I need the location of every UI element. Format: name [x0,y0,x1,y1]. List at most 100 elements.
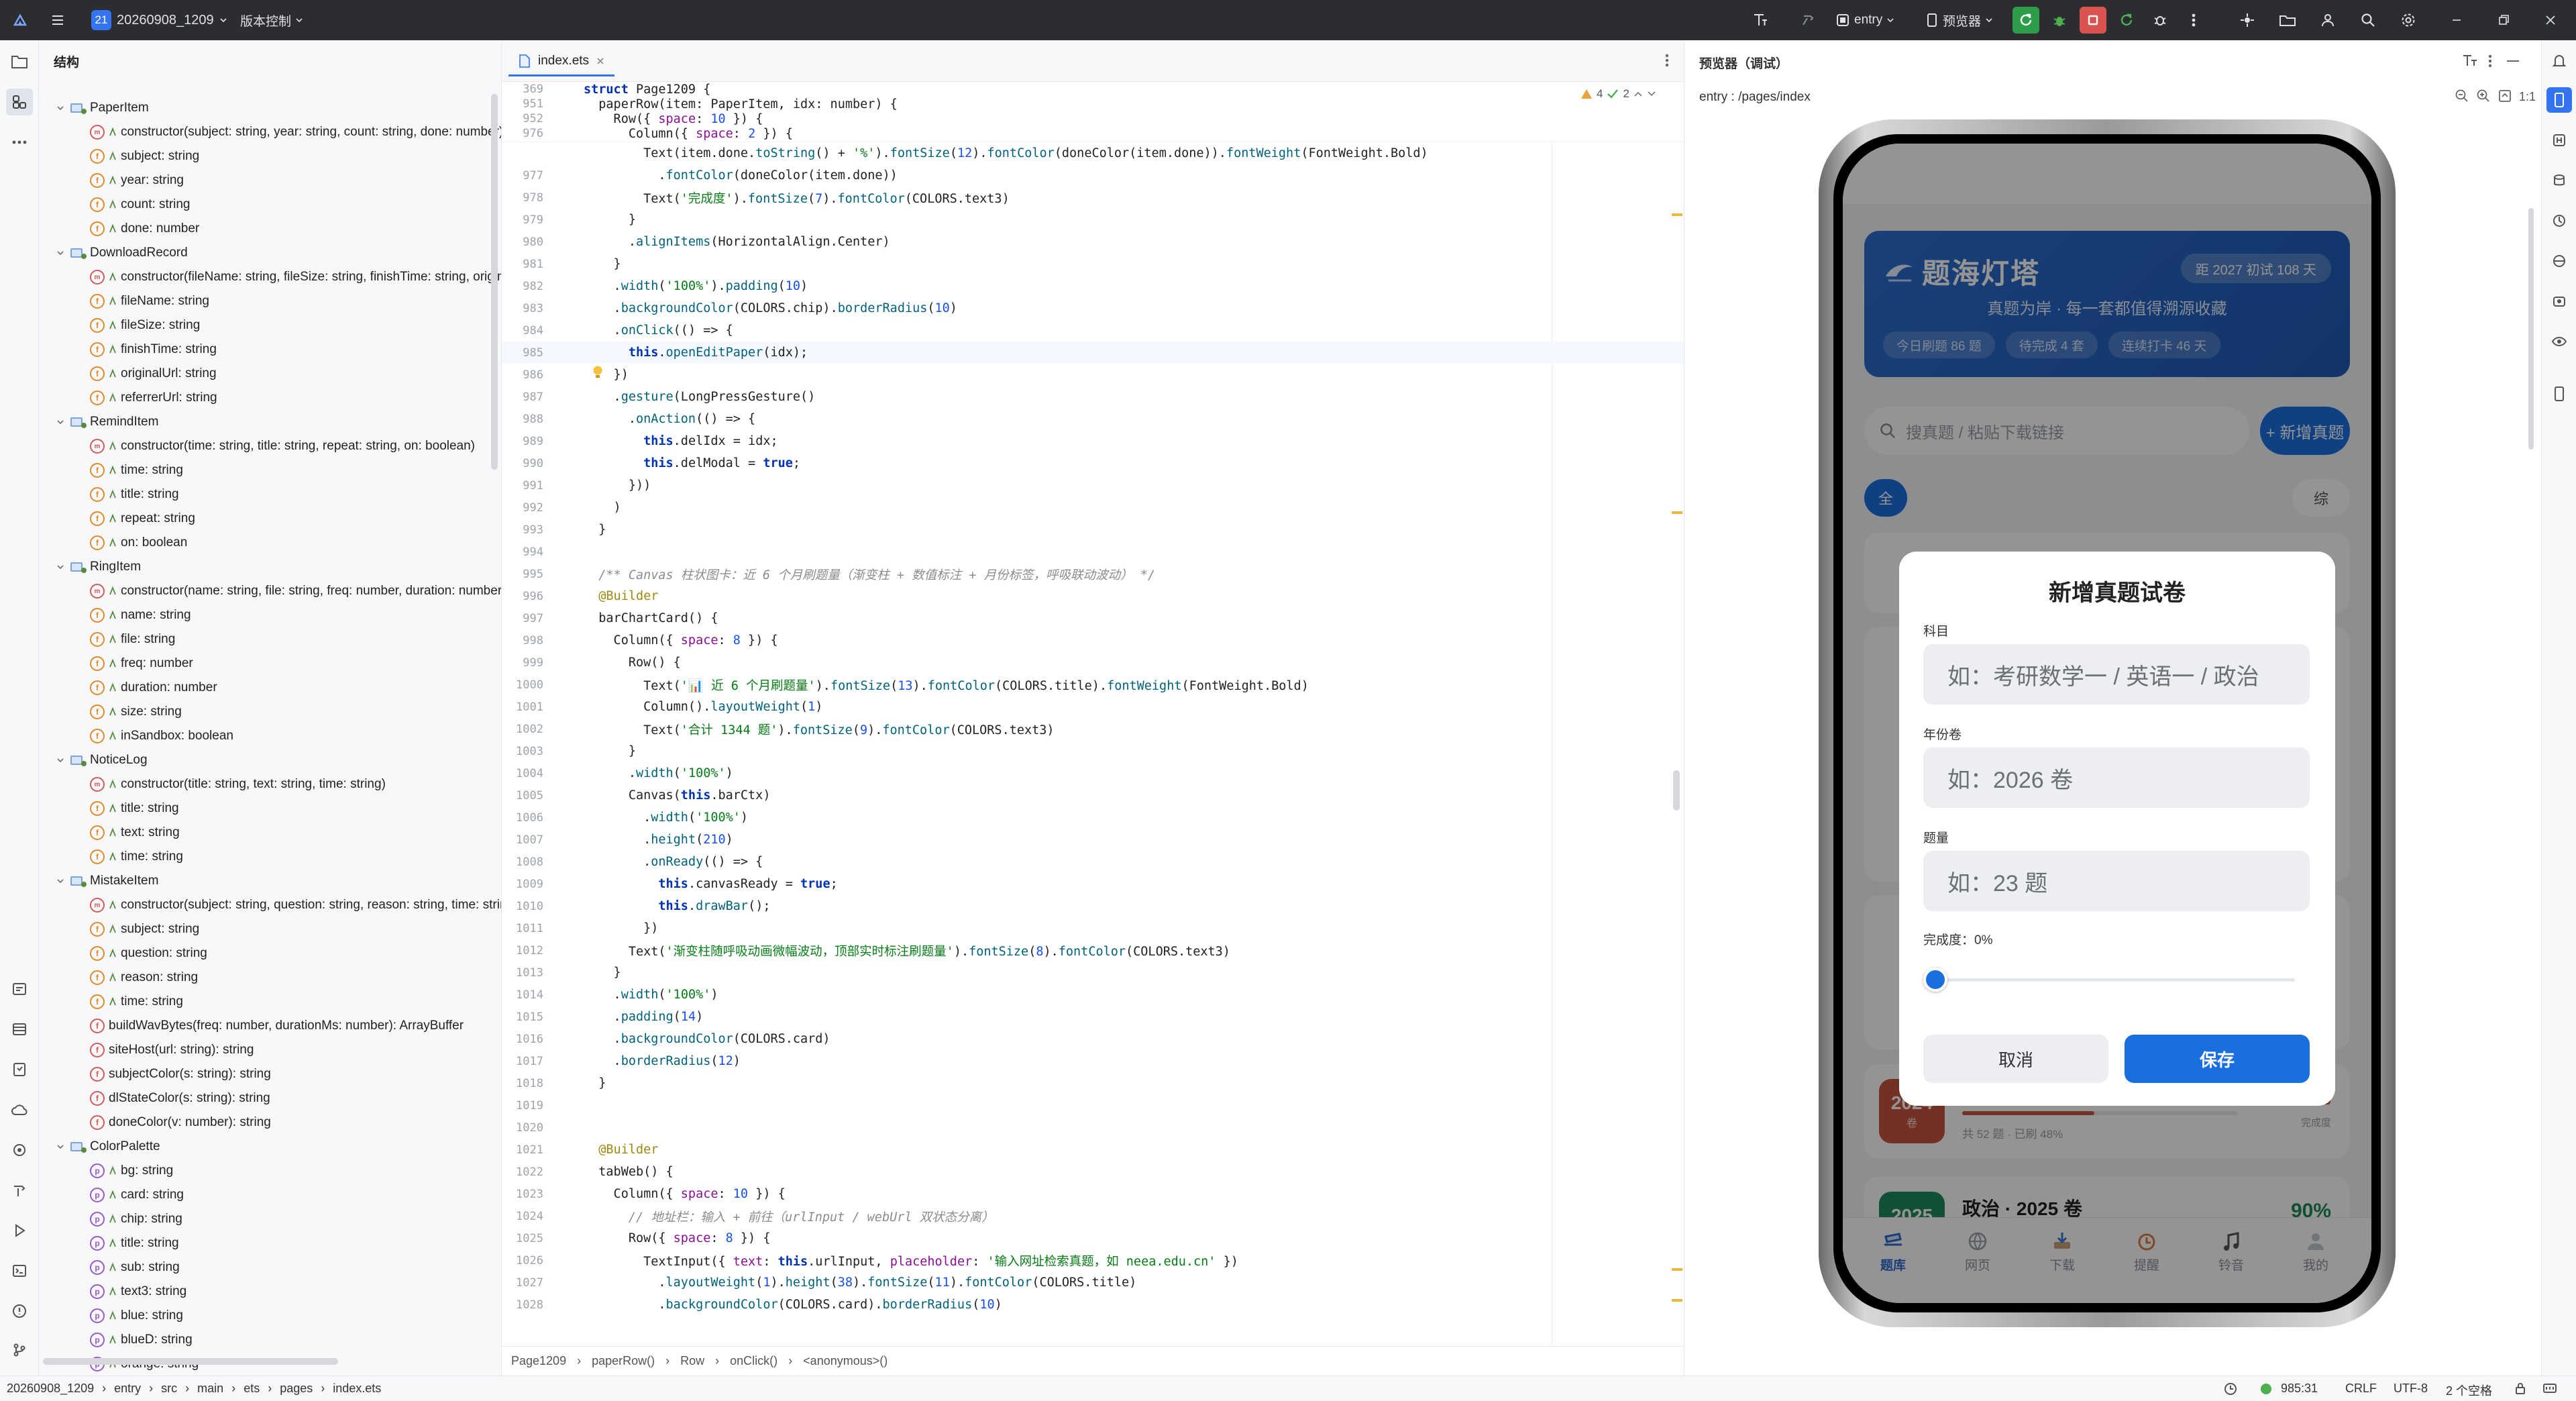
indent-setting[interactable]: 2 个空格 [2446,1382,2492,1399]
font-size-icon[interactable] [2461,52,2479,68]
tree-node-member[interactable]: f subject: string [90,917,199,941]
previewer-tool-icon[interactable] [2546,87,2572,113]
code-line[interactable]: 1005 Canvas(this.barCtx) [502,784,1684,807]
run-config-selector[interactable]: entry [1835,7,1894,34]
tree-node-member[interactable]: f size: string [90,700,182,724]
structure-vertical-scrollbar[interactable] [491,94,498,470]
code-line[interactable]: 1012 Text('渐变柱随呼吸动画微幅波动，顶部实时标注刷题量').font… [502,939,1684,962]
inspection-widget[interactable]: 4 2 [1580,87,1656,101]
attach-debugger-icon[interactable] [2147,7,2174,34]
more-actions-icon[interactable] [2180,7,2207,34]
code-line[interactable]: 1015 .padding(14) [502,1006,1684,1028]
tree-node-class[interactable]: RemindItem [54,410,158,434]
tab-index-ets[interactable]: index.ets [508,47,615,76]
tab-more-icon[interactable] [1665,52,1669,68]
tree-node-member[interactable]: f repeat: string [90,507,195,531]
path-item[interactable]: 20260908_1209 [7,1382,94,1396]
settings-gear-icon[interactable] [2395,7,2422,34]
tree-node-member[interactable]: f time: string [90,845,183,869]
chevron-down-icon[interactable] [54,101,67,115]
window-close-icon[interactable] [2537,7,2564,34]
resource-icon[interactable] [2546,248,2572,274]
tree-node-member[interactable]: f title: string [90,796,179,821]
run-button[interactable] [2012,7,2039,34]
tree-node-member[interactable]: f reason: string [90,966,198,990]
vcs-selector[interactable]: 版本控制 [240,7,303,34]
debug-icon[interactable] [2046,7,2073,34]
close-icon[interactable] [596,56,605,66]
tree-node-member[interactable]: f time: string [90,990,183,1014]
chevron-down-icon[interactable] [54,874,67,888]
tree-node-member[interactable]: f originalUrl: string [90,362,217,386]
structure-horizontal-scrollbar[interactable] [43,1358,338,1365]
git-icon[interactable] [6,1337,33,1363]
problems-icon[interactable] [6,1298,33,1325]
tree-node-class[interactable]: RingItem [54,555,141,579]
code-line[interactable]: 1013 } [502,962,1684,984]
editor-scrollbar[interactable] [1673,770,1680,811]
tree-node-member[interactable]: f subjectColor(s: string): string [90,1062,271,1086]
sticky-code-line[interactable]: 952 Row({ space: 10 }) { [502,111,1684,126]
code-line[interactable]: 996 @Builder [502,585,1684,607]
code-line[interactable]: 1009 this.canvasReady = true; [502,873,1684,895]
code-line[interactable]: 985 this.openEditPaper(idx); [502,342,1684,364]
tree-node-member[interactable]: m constructor(title: string, text: string… [90,772,386,796]
tree-node-member[interactable]: f referrerUrl: string [90,386,217,410]
more-tools-icon[interactable] [6,129,33,156]
memory-indicator-icon[interactable] [2542,1382,2557,1395]
tree-node-member[interactable]: m constructor(time: string, title: string… [90,434,475,458]
eye-icon[interactable] [2546,329,2572,354]
search-icon[interactable] [2355,7,2381,34]
breadcrumb-item[interactable]: <anonymous>() [803,1354,888,1368]
code-line[interactable]: 1008 .onReady(() => { [502,851,1684,873]
code-line[interactable]: 997 barChartCard() { [502,607,1684,629]
code-line[interactable]: 980 .alignItems(HorizontalAlign.Center) [502,231,1684,253]
code-line[interactable]: 982 .width('100%').padding(10) [502,275,1684,297]
code-line[interactable]: 1014 .width('100%') [502,984,1684,1006]
code-line[interactable]: 1001 Column().layoutWeight(1) [502,696,1684,718]
breadcrumb-item[interactable]: paperRow() [592,1354,655,1368]
stop-button[interactable] [2080,7,2106,34]
code-line[interactable]: 983 .backgroundColor(COLORS.chip).border… [502,297,1684,319]
tree-node-member[interactable]: f siteHost(url: string): string [90,1038,254,1062]
tree-node-class[interactable]: DownloadRecord [54,241,188,265]
code-line[interactable]: 1003 } [502,740,1684,762]
tree-node-member[interactable]: f inSandbox: boolean [90,724,233,748]
tree-node-member[interactable]: f year: string [90,168,184,193]
path-item[interactable]: index.ets [333,1382,381,1396]
chevron-up-icon[interactable] [1633,90,1643,98]
code-line[interactable]: 1000 Text('📊 近 6 个月刷题量').fontSize(13).fo… [502,674,1684,696]
path-item[interactable]: src [161,1382,177,1396]
code-line[interactable]: 1022 tabWeb() { [502,1161,1684,1183]
database-icon[interactable] [2546,168,2572,193]
device-preview-icon[interactable] [2546,381,2572,407]
breadcrumb-item[interactable]: Page1209 [511,1354,566,1368]
year-field[interactable]: 如：2026 卷 [1923,747,2310,808]
tree-node-member[interactable]: f text: string [90,821,180,845]
code-line[interactable]: 1016 .backgroundColor(COLORS.card) [502,1028,1684,1050]
structure-icon[interactable] [6,89,33,115]
code-line[interactable]: 979 } [502,209,1684,231]
tree-node-member[interactable]: f subject: string [90,144,199,168]
zoom-ratio[interactable]: 1:1 [2519,90,2536,104]
code-line[interactable]: 984 .onClick(() => { [502,319,1684,342]
code-line[interactable]: 1010 this.drawBar(); [502,895,1684,917]
tree-node-class[interactable]: MistakeItem [54,869,158,893]
main-menu-icon[interactable] [44,7,71,34]
app-logo-icon[interactable] [7,7,34,34]
chevron-down-icon[interactable] [54,754,67,767]
tree-node-member[interactable]: p blue: string [90,1304,183,1328]
tree-node-member[interactable]: p sub: string [90,1255,180,1280]
cancel-button[interactable]: 取消 [1923,1035,2108,1083]
tree-node-member[interactable]: p text3: string [90,1280,186,1304]
tree-node-member[interactable]: f count: string [90,193,191,217]
code-line[interactable]: 987 .gesture(LongPressGesture() [502,386,1684,408]
code-line[interactable]: 1023 Column({ space: 10 }) { [502,1183,1684,1205]
bulb-icon[interactable] [592,365,604,380]
code-line[interactable]: Text(item.done.toString() + '%').fontSiz… [502,142,1684,164]
tree-node-member[interactable]: p blueD: string [90,1328,193,1352]
progress-slider[interactable] [1923,966,2310,993]
tree-node-member[interactable]: f time: string [90,458,183,482]
tree-node-member[interactable]: p card: string [90,1183,184,1207]
line-ending[interactable]: CRLF [2345,1382,2377,1396]
